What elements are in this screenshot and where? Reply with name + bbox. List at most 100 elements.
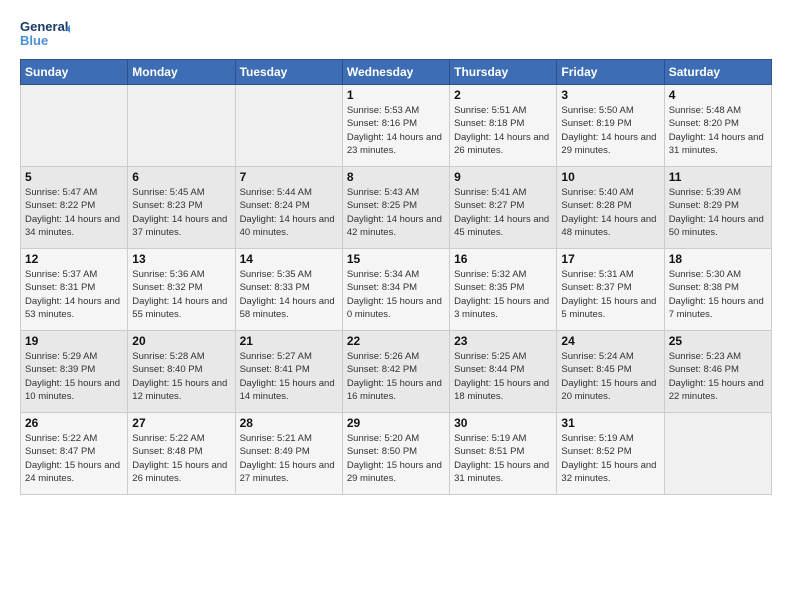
weekday-header: Friday bbox=[557, 60, 664, 85]
day-info: Sunrise: 5:41 AMSunset: 8:27 PMDaylight:… bbox=[454, 186, 552, 239]
day-info: Sunrise: 5:28 AMSunset: 8:40 PMDaylight:… bbox=[132, 350, 230, 403]
day-info: Sunrise: 5:39 AMSunset: 8:29 PMDaylight:… bbox=[669, 186, 767, 239]
calendar-week-row: 12 Sunrise: 5:37 AMSunset: 8:31 PMDayligh… bbox=[21, 249, 772, 331]
calendar-cell: 25Sunrise: 5:23 AMSunset: 8:46 PMDayligh… bbox=[664, 331, 771, 413]
day-number: 31 bbox=[561, 416, 659, 430]
calendar-cell: 29 Sunrise: 5:20 AMSunset: 8:50 PMDayligh… bbox=[342, 413, 449, 495]
calendar-cell: 16 Sunrise: 5:32 AMSunset: 8:35 PMDayligh… bbox=[450, 249, 557, 331]
day-number: 11 bbox=[669, 170, 767, 184]
day-info: Sunrise: 5:22 AMSunset: 8:47 PMDaylight:… bbox=[25, 432, 123, 485]
weekday-header: Tuesday bbox=[235, 60, 342, 85]
day-info: Sunrise: 5:19 AMSunset: 8:51 PMDaylight:… bbox=[454, 432, 552, 485]
day-number: 9 bbox=[454, 170, 552, 184]
calendar-week-row: 1 Sunrise: 5:53 AMSunset: 8:16 PMDaylight… bbox=[21, 85, 772, 167]
day-info: Sunrise: 5:30 AMSunset: 8:38 PMDaylight:… bbox=[669, 268, 767, 321]
svg-text:Blue: Blue bbox=[20, 33, 48, 48]
calendar-cell: 30 Sunrise: 5:19 AMSunset: 8:51 PMDayligh… bbox=[450, 413, 557, 495]
day-number: 30 bbox=[454, 416, 552, 430]
day-number: 18 bbox=[669, 252, 767, 266]
logo: General Blue bbox=[20, 15, 70, 51]
calendar-week-row: 26 Sunrise: 5:22 AMSunset: 8:47 PMDayligh… bbox=[21, 413, 772, 495]
calendar-cell: 19 Sunrise: 5:29 AMSunset: 8:39 PMDayligh… bbox=[21, 331, 128, 413]
calendar-cell: 17Sunrise: 5:31 AMSunset: 8:37 PMDayligh… bbox=[557, 249, 664, 331]
calendar-table: SundayMondayTuesdayWednesdayThursdayFrid… bbox=[20, 59, 772, 495]
day-info: Sunrise: 5:37 AMSunset: 8:31 PMDaylight:… bbox=[25, 268, 123, 321]
day-number: 29 bbox=[347, 416, 445, 430]
day-number: 26 bbox=[25, 416, 123, 430]
day-info: Sunrise: 5:44 AMSunset: 8:24 PMDaylight:… bbox=[240, 186, 338, 239]
day-info: Sunrise: 5:45 AMSunset: 8:23 PMDaylight:… bbox=[132, 186, 230, 239]
weekday-header: Wednesday bbox=[342, 60, 449, 85]
day-info: Sunrise: 5:32 AMSunset: 8:35 PMDaylight:… bbox=[454, 268, 552, 321]
calendar-cell: 8Sunrise: 5:43 AMSunset: 8:25 PMDaylight… bbox=[342, 167, 449, 249]
day-number: 27 bbox=[132, 416, 230, 430]
day-number: 1 bbox=[347, 88, 445, 102]
calendar-cell: 2 Sunrise: 5:51 AMSunset: 8:18 PMDaylight… bbox=[450, 85, 557, 167]
logo-svg: General Blue bbox=[20, 15, 70, 51]
calendar-cell: 22 Sunrise: 5:26 AMSunset: 8:42 PMDayligh… bbox=[342, 331, 449, 413]
page-header: General Blue bbox=[20, 15, 772, 51]
calendar-cell: 23Sunrise: 5:25 AMSunset: 8:44 PMDayligh… bbox=[450, 331, 557, 413]
day-info: Sunrise: 5:23 AMSunset: 8:46 PMDaylight:… bbox=[669, 350, 767, 403]
weekday-header: Sunday bbox=[21, 60, 128, 85]
calendar-cell: 3 Sunrise: 5:50 AMSunset: 8:19 PMDaylight… bbox=[557, 85, 664, 167]
day-info: Sunrise: 5:48 AMSunset: 8:20 PMDaylight:… bbox=[669, 104, 767, 157]
day-number: 2 bbox=[454, 88, 552, 102]
day-number: 19 bbox=[25, 334, 123, 348]
day-info: Sunrise: 5:36 AMSunset: 8:32 PMDaylight:… bbox=[132, 268, 230, 321]
calendar-week-row: 5Sunrise: 5:47 AMSunset: 8:22 PMDaylight… bbox=[21, 167, 772, 249]
day-info: Sunrise: 5:47 AMSunset: 8:22 PMDaylight:… bbox=[25, 186, 123, 239]
calendar-cell: 12 Sunrise: 5:37 AMSunset: 8:31 PMDayligh… bbox=[21, 249, 128, 331]
calendar-cell: 13Sunrise: 5:36 AMSunset: 8:32 PMDayligh… bbox=[128, 249, 235, 331]
day-number: 20 bbox=[132, 334, 230, 348]
calendar-cell bbox=[664, 413, 771, 495]
day-number: 14 bbox=[240, 252, 338, 266]
day-number: 10 bbox=[561, 170, 659, 184]
calendar-cell: 1 Sunrise: 5:53 AMSunset: 8:16 PMDaylight… bbox=[342, 85, 449, 167]
day-number: 16 bbox=[454, 252, 552, 266]
day-info: Sunrise: 5:40 AMSunset: 8:28 PMDaylight:… bbox=[561, 186, 659, 239]
day-number: 28 bbox=[240, 416, 338, 430]
calendar-cell: 27 Sunrise: 5:22 AMSunset: 8:48 PMDayligh… bbox=[128, 413, 235, 495]
calendar-cell: 7 Sunrise: 5:44 AMSunset: 8:24 PMDaylight… bbox=[235, 167, 342, 249]
weekday-header: Monday bbox=[128, 60, 235, 85]
day-number: 17 bbox=[561, 252, 659, 266]
day-number: 22 bbox=[347, 334, 445, 348]
calendar-cell: 31 Sunrise: 5:19 AMSunset: 8:52 PMDayligh… bbox=[557, 413, 664, 495]
calendar-cell: 4 Sunrise: 5:48 AMSunset: 8:20 PMDaylight… bbox=[664, 85, 771, 167]
day-info: Sunrise: 5:34 AMSunset: 8:34 PMDaylight:… bbox=[347, 268, 445, 321]
day-info: Sunrise: 5:50 AMSunset: 8:19 PMDaylight:… bbox=[561, 104, 659, 157]
calendar-cell: 6 Sunrise: 5:45 AMSunset: 8:23 PMDaylight… bbox=[128, 167, 235, 249]
day-info: Sunrise: 5:51 AMSunset: 8:18 PMDaylight:… bbox=[454, 104, 552, 157]
day-number: 7 bbox=[240, 170, 338, 184]
calendar-cell: 5Sunrise: 5:47 AMSunset: 8:22 PMDaylight… bbox=[21, 167, 128, 249]
day-info: Sunrise: 5:53 AMSunset: 8:16 PMDaylight:… bbox=[347, 104, 445, 157]
calendar-cell: 15 Sunrise: 5:34 AMSunset: 8:34 PMDayligh… bbox=[342, 249, 449, 331]
day-info: Sunrise: 5:21 AMSunset: 8:49 PMDaylight:… bbox=[240, 432, 338, 485]
svg-text:General: General bbox=[20, 19, 68, 34]
calendar-cell: 14Sunrise: 5:35 AMSunset: 8:33 PMDayligh… bbox=[235, 249, 342, 331]
day-info: Sunrise: 5:26 AMSunset: 8:42 PMDaylight:… bbox=[347, 350, 445, 403]
day-number: 3 bbox=[561, 88, 659, 102]
day-number: 24 bbox=[561, 334, 659, 348]
day-info: Sunrise: 5:20 AMSunset: 8:50 PMDaylight:… bbox=[347, 432, 445, 485]
day-number: 4 bbox=[669, 88, 767, 102]
day-info: Sunrise: 5:19 AMSunset: 8:52 PMDaylight:… bbox=[561, 432, 659, 485]
day-number: 12 bbox=[25, 252, 123, 266]
day-number: 15 bbox=[347, 252, 445, 266]
calendar-cell: 20 Sunrise: 5:28 AMSunset: 8:40 PMDayligh… bbox=[128, 331, 235, 413]
calendar-cell bbox=[128, 85, 235, 167]
calendar-cell: 24Sunrise: 5:24 AMSunset: 8:45 PMDayligh… bbox=[557, 331, 664, 413]
calendar-cell: 18 Sunrise: 5:30 AMSunset: 8:38 PMDayligh… bbox=[664, 249, 771, 331]
day-info: Sunrise: 5:29 AMSunset: 8:39 PMDaylight:… bbox=[25, 350, 123, 403]
day-info: Sunrise: 5:27 AMSunset: 8:41 PMDaylight:… bbox=[240, 350, 338, 403]
day-info: Sunrise: 5:25 AMSunset: 8:44 PMDaylight:… bbox=[454, 350, 552, 403]
weekday-header: Saturday bbox=[664, 60, 771, 85]
calendar-cell bbox=[235, 85, 342, 167]
calendar-cell bbox=[21, 85, 128, 167]
calendar-cell: 11 Sunrise: 5:39 AMSunset: 8:29 PMDayligh… bbox=[664, 167, 771, 249]
day-info: Sunrise: 5:22 AMSunset: 8:48 PMDaylight:… bbox=[132, 432, 230, 485]
day-number: 6 bbox=[132, 170, 230, 184]
weekday-header: Thursday bbox=[450, 60, 557, 85]
calendar-cell: 9 Sunrise: 5:41 AMSunset: 8:27 PMDaylight… bbox=[450, 167, 557, 249]
